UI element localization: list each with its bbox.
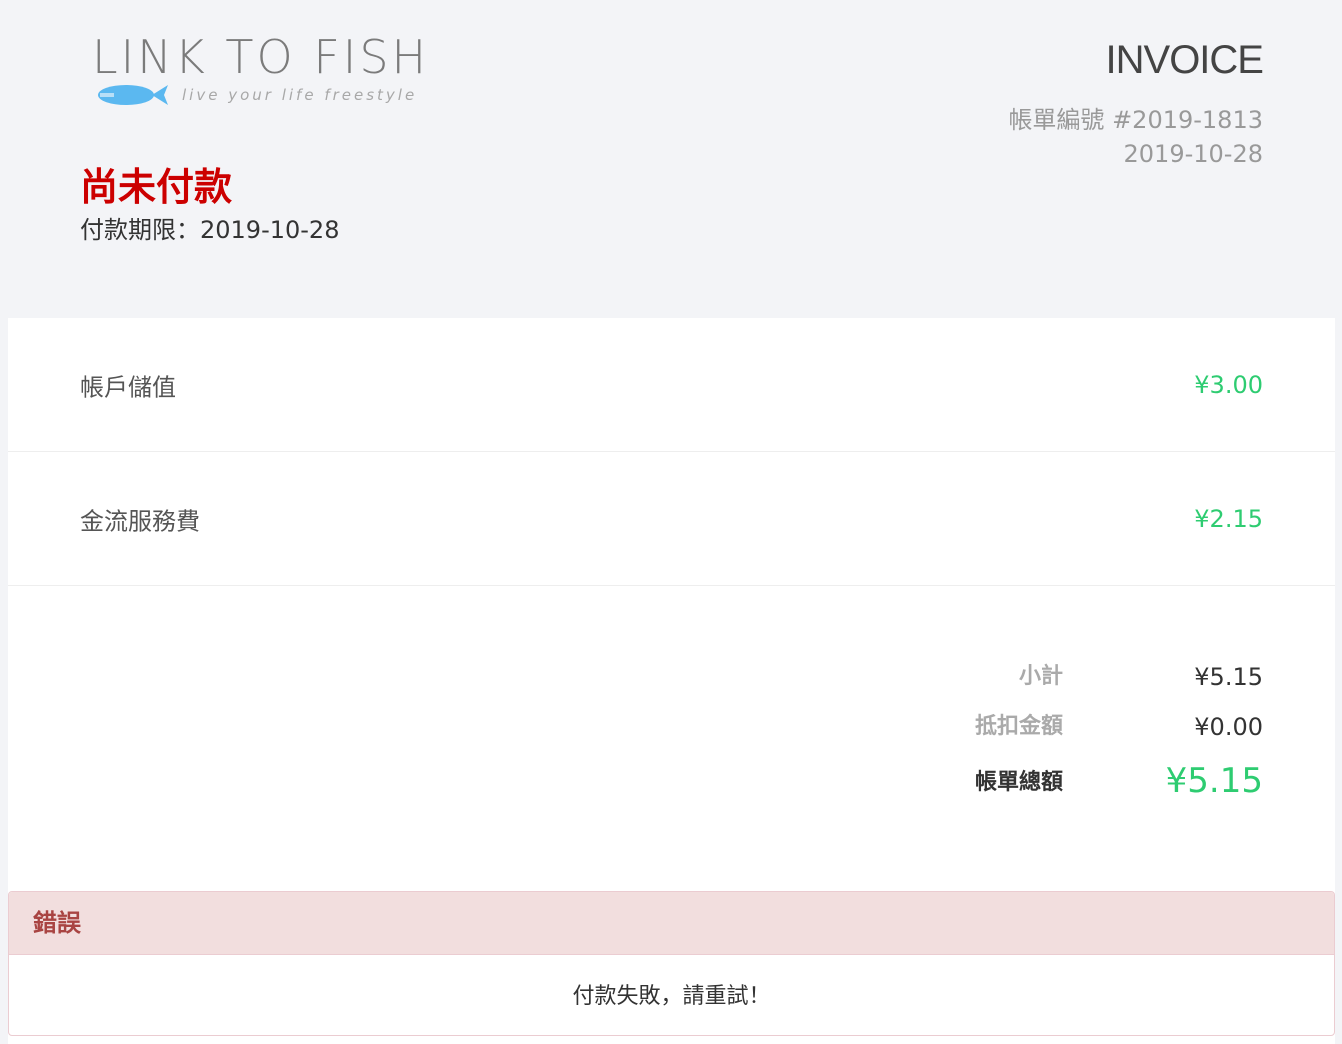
invoice-header: LINK TO FISH live your life freestyle IN…: [8, 0, 1335, 318]
line-item-name: 帳戶儲值: [80, 373, 176, 401]
discount-label: 抵扣金額: [974, 714, 1063, 739]
subtotal-value: ¥5.15: [1194, 663, 1263, 691]
error-heading-text: 錯誤: [33, 909, 81, 937]
fish-icon: [98, 85, 168, 105]
line-item: 金流服務費 ¥2.15: [8, 452, 1335, 586]
payment-due-date: 付款期限：2019-10-28: [80, 216, 340, 244]
discount-value: ¥0.00: [1194, 713, 1263, 741]
error-heading: 錯誤: [9, 892, 1334, 955]
invoice-date: 2019-10-28: [1123, 140, 1263, 168]
invoice-number: 帳單編號 #2019-1813: [1008, 106, 1263, 134]
line-item-name: 金流服務費: [80, 507, 200, 535]
line-item-amount: ¥3.00: [1194, 370, 1263, 399]
logo-title: LINK TO FISH: [92, 30, 430, 84]
error-message: 付款失敗，請重試！: [572, 984, 771, 1009]
total-label: 帳單總額: [974, 770, 1063, 795]
payment-status: 尚未付款: [80, 165, 233, 209]
invoice-title: INVOICE: [1105, 38, 1264, 82]
company-logo: LINK TO FISH live your life freestyle: [90, 28, 440, 118]
invoice-page: LINK TO FISH live your life freestyle IN…: [8, 0, 1335, 1044]
line-item: 帳戶儲值 ¥3.00: [8, 318, 1335, 452]
logo-tagline: live your life freestyle: [182, 86, 418, 104]
total-value: ¥5.15: [1165, 761, 1263, 801]
subtotal-label: 小計: [1018, 664, 1063, 689]
line-item-amount: ¥2.15: [1194, 504, 1263, 533]
error-panel: 錯誤 付款失敗，請重試！: [8, 891, 1335, 1036]
